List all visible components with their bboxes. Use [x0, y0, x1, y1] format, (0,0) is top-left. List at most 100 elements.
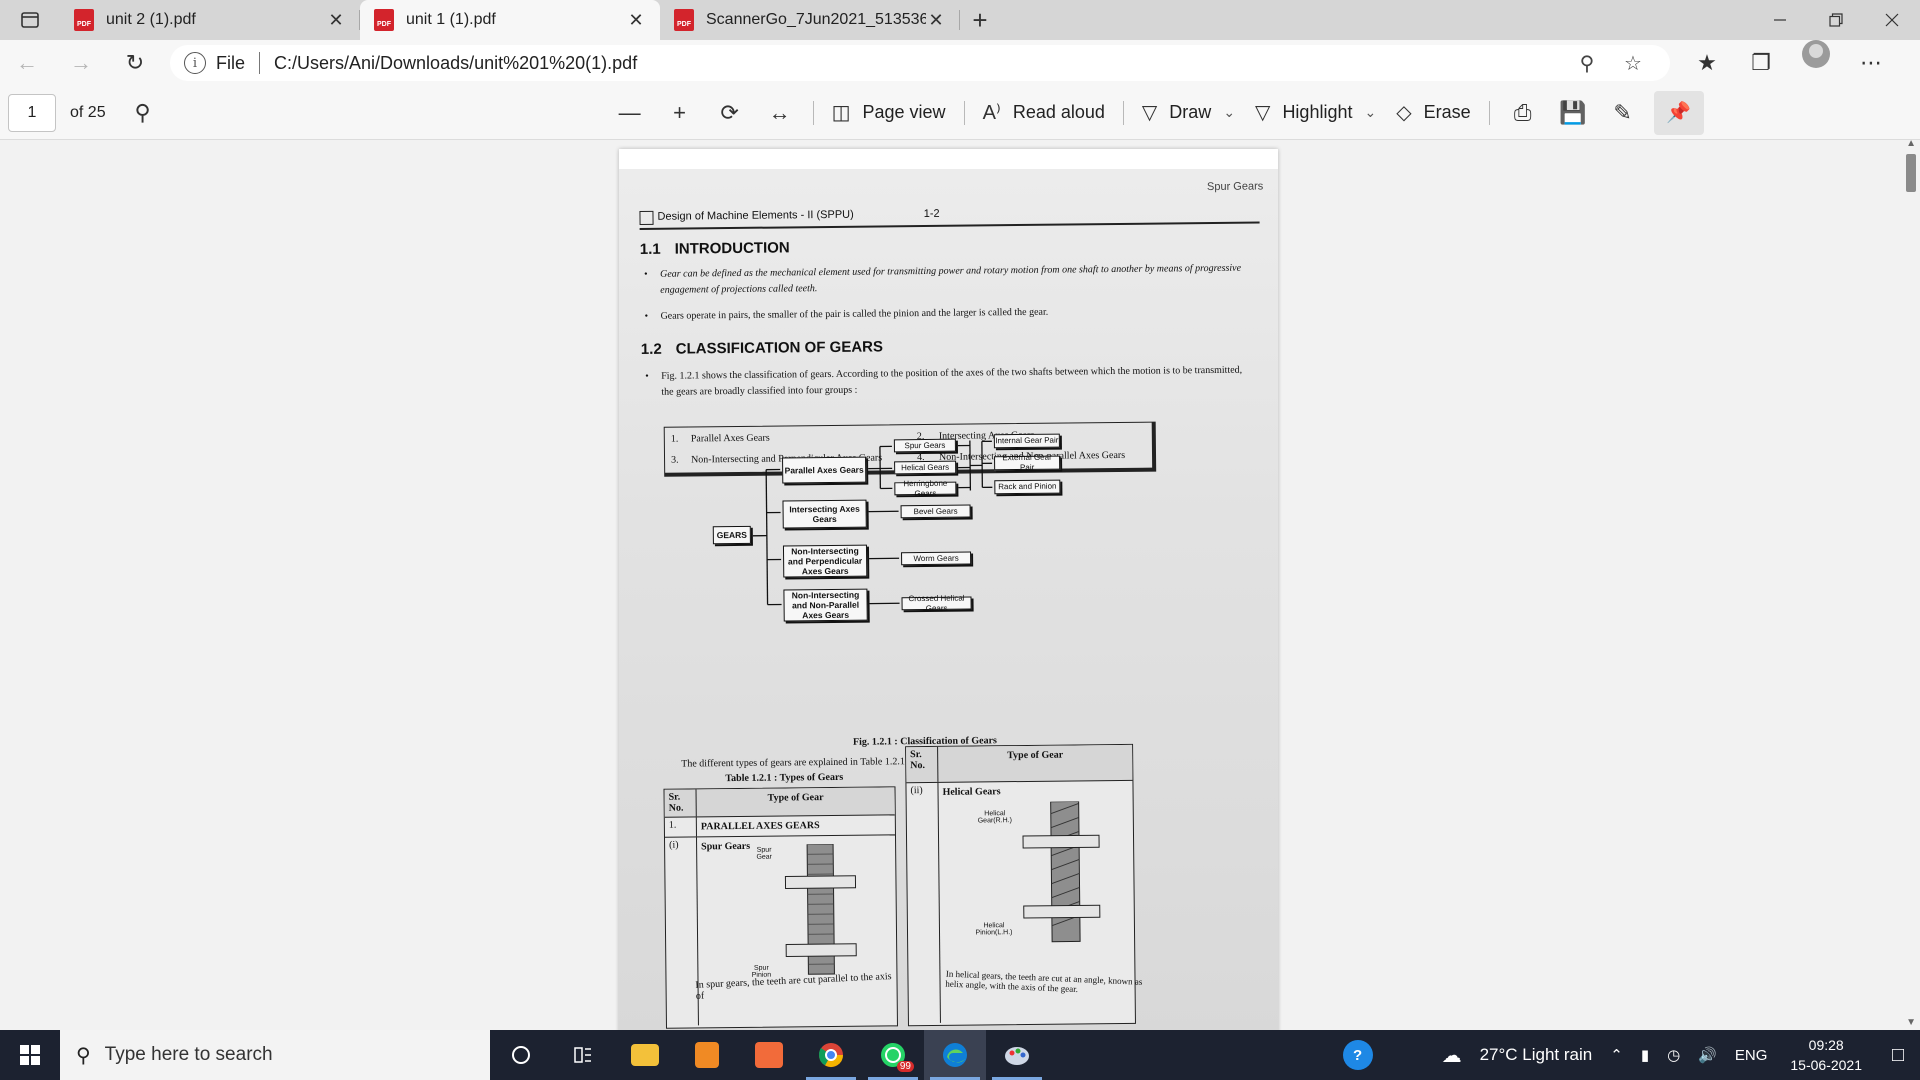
helical-gears-node: Helical Gears [894, 460, 957, 475]
taskbar-search-box[interactable]: ⚲ Type here to search [60, 1030, 490, 1080]
weather-text[interactable]: 27°C Light rain [1471, 1045, 1602, 1065]
favorites-icon: ★ [1697, 50, 1717, 75]
notification-badge: 99 [896, 1061, 914, 1072]
refresh-button[interactable]: ↻ [108, 40, 162, 86]
profile-avatar[interactable] [1802, 40, 1830, 68]
vertical-scrollbar[interactable]: ▲ ▼ [1902, 138, 1920, 1030]
pin-icon: 📌 [1666, 102, 1692, 124]
more-icon: ⋯ [1860, 50, 1882, 75]
language-indicator[interactable]: ENG [1726, 1047, 1777, 1064]
sublime-text-icon [695, 1042, 719, 1068]
clock[interactable]: 09:28 15-06-2021 [1776, 1035, 1876, 1075]
tab-title: unit 1 (1).pdf [406, 11, 496, 28]
network-icon[interactable]: ◷ [1658, 1046, 1689, 1064]
tab-scannergo[interactable]: PDF ScannerGo_7Jun2021_513536 (1 ✕ [660, 0, 960, 40]
page-view-label: Page view [862, 102, 946, 122]
collections-button[interactable]: ❐ [1734, 40, 1788, 86]
tab-close-icon[interactable]: ✕ [926, 10, 946, 31]
tab-unit2[interactable]: PDF unit 2 (1).pdf ✕ [60, 0, 360, 40]
find-button[interactable]: ⚲ [118, 93, 168, 133]
erase-label: Erase [1423, 102, 1471, 122]
paint-app-button[interactable] [986, 1030, 1048, 1080]
window-controls [1752, 0, 1920, 40]
crossed-helical-gears-node: Crossed Helical Gears [901, 593, 972, 613]
draw-button[interactable]: ▽ Draw ⌄ [1132, 93, 1245, 133]
print-button[interactable]: ⎙ [1498, 93, 1548, 133]
volume-icon[interactable]: 🔊 [1689, 1046, 1726, 1064]
favorites-button[interactable]: ★ [1680, 40, 1734, 86]
zoom-out-button[interactable]: — [605, 93, 655, 133]
help-tray-icon[interactable]: ? [1342, 1040, 1373, 1070]
save-as-button[interactable]: ✎ [1598, 93, 1648, 133]
page-view-button[interactable]: ◫ Page view [822, 93, 956, 133]
scroll-thumb[interactable] [1906, 154, 1916, 192]
office-app-button[interactable] [738, 1030, 800, 1080]
spur-gears-heading: Spur Gears [701, 840, 751, 853]
read-aloud-icon: A⁾ [982, 102, 1001, 124]
rotate-button[interactable]: ⟳ [705, 93, 755, 133]
erase-button[interactable]: ◇ Erase [1386, 93, 1480, 133]
refresh-icon: ↻ [125, 50, 145, 75]
save-as-icon: ✎ [1613, 99, 1632, 125]
clock-time: 09:28 [1808, 1037, 1844, 1053]
tab-close-icon[interactable]: ✕ [626, 10, 646, 31]
close-window-button[interactable] [1864, 0, 1920, 40]
edge-icon [943, 1043, 967, 1067]
scroll-down-icon[interactable]: ▼ [1906, 1017, 1916, 1028]
sublime-text-button[interactable] [676, 1030, 738, 1080]
chrome-icon [818, 1043, 843, 1068]
info-icon[interactable]: i [184, 52, 206, 74]
clock-date: 15-06-2021 [1790, 1057, 1862, 1073]
file-explorer-button[interactable] [614, 1030, 676, 1080]
tab-unit1[interactable]: PDF unit 1 (1).pdf ✕ [360, 0, 660, 40]
weather-cloud-icon[interactable]: ☁ [1433, 1043, 1471, 1068]
scroll-up-icon[interactable]: ▲ [1906, 138, 1916, 149]
page-number-input[interactable]: 1 [8, 93, 56, 132]
start-button[interactable] [0, 1030, 60, 1080]
helical-pinion-label: Helical Pinion(L.H.) [975, 922, 1013, 937]
save-button[interactable]: 💾 [1548, 93, 1598, 133]
fit-width-icon: ↔ [768, 99, 791, 125]
minimize-button[interactable] [1752, 0, 1808, 40]
address-bar[interactable]: i File C:/Users/Ani/Downloads/unit%201%2… [170, 45, 1670, 81]
pin-toolbar-button[interactable]: 📌 [1653, 90, 1704, 135]
printer-icon: ⎙ [1513, 99, 1532, 125]
restore-button[interactable] [1808, 0, 1864, 40]
battery-icon[interactable]: ▮ [1632, 1046, 1658, 1064]
show-hidden-icons-chevron-icon[interactable]: ⌃ [1601, 1046, 1632, 1064]
zoom-in-button[interactable]: + [655, 93, 705, 133]
helical-gear-illustration [1022, 801, 1101, 943]
pdf-page: Spur Gears Design of Machine Elements - … [619, 149, 1278, 1030]
plus-icon: + [673, 99, 687, 125]
collections-icon: ❐ [1751, 50, 1771, 75]
draw-label: Draw [1169, 102, 1212, 122]
eraser-icon: ◇ [1396, 102, 1412, 124]
chevron-down-icon[interactable]: ⌄ [1364, 104, 1376, 121]
whatsapp-button[interactable]: 99 [862, 1030, 924, 1080]
chrome-button[interactable] [800, 1030, 862, 1080]
read-aloud-button[interactable]: A⁾ Read aloud [973, 93, 1115, 133]
spur-gear-illustration [784, 843, 857, 975]
url-text[interactable]: C:/Users/Ani/Downloads/unit%201%20(1).pd… [274, 53, 1564, 74]
tab-title: unit 2 (1).pdf [106, 11, 196, 28]
forward-button[interactable]: → [54, 40, 108, 86]
spur-gears-node: Spur Gears [893, 438, 956, 453]
task-view-icon [574, 1047, 591, 1063]
add-favorite-icon[interactable]: ☆ [1610, 51, 1656, 76]
zoom-icon[interactable]: ⚲ [1564, 51, 1610, 76]
task-view-button[interactable] [552, 1030, 614, 1080]
highlighter-icon: ▽ [1255, 102, 1271, 124]
tab-actions-button[interactable] [0, 0, 60, 40]
new-tab-button[interactable]: + [960, 0, 1000, 40]
tab-close-icon[interactable]: ✕ [326, 10, 346, 31]
pdf-file-icon: PDF [74, 9, 94, 31]
action-center-button[interactable]: □ [1876, 1030, 1920, 1080]
pdf-viewer[interactable]: Spur Gears Design of Machine Elements - … [0, 140, 1920, 1030]
cortana-button[interactable] [490, 1030, 552, 1080]
back-button[interactable]: ← [0, 40, 54, 86]
fit-to-width-button[interactable]: ↔ [755, 93, 805, 133]
highlight-button[interactable]: ▽ Highlight ⌄ [1245, 93, 1386, 133]
settings-more-button[interactable]: ⋯ [1844, 40, 1898, 86]
edge-button[interactable] [924, 1030, 986, 1080]
chevron-down-icon[interactable]: ⌄ [1223, 104, 1235, 121]
